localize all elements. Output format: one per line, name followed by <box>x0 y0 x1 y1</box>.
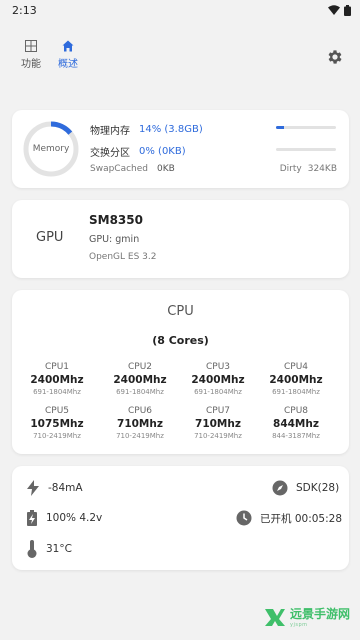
watermark-logo-icon <box>264 608 285 626</box>
tab-overview[interactable]: 概述 <box>50 40 86 74</box>
wifi-icon <box>328 5 340 15</box>
temperature-item: 31°C <box>26 540 72 558</box>
current-value: -84mA <box>48 482 83 494</box>
battery-value: 100% 4.2v <box>46 512 103 524</box>
compass-icon <box>272 480 288 496</box>
battery-item: 100% 4.2v <box>26 510 102 526</box>
temperature-value: 31°C <box>46 543 72 555</box>
uptime-item: 已开机 00:05:28 <box>236 510 342 526</box>
tab-functions[interactable]: 功能 <box>13 40 49 74</box>
watermark-subtext: yjspm <box>289 622 308 628</box>
swap-value: 0% (0KB) <box>139 146 186 157</box>
uptime-value: 已开机 00:05:28 <box>260 512 342 525</box>
status-icons <box>328 4 351 16</box>
cpu-core-item: CPU4 2400Mhz 691-1804Mhz <box>257 362 335 397</box>
gpu-label: GPU <box>36 230 64 245</box>
cpu-core-count: (8 Cores) <box>152 334 209 347</box>
cpu-core-name: CPU6 <box>127 406 153 416</box>
memory-ring-label: Memory <box>32 144 70 154</box>
cpu-core-name: CPU8 <box>283 406 309 416</box>
cpu-core-frequency: 844Mhz <box>273 418 319 430</box>
cpu-core-range: 710-2419Mhz <box>194 432 242 440</box>
watermark-text: 远景手游网 <box>289 607 350 621</box>
swap-cached-label: SwapCached <box>90 164 149 174</box>
swap-bar <box>276 148 336 151</box>
swap-cached-row: SwapCached 0KB <box>90 164 175 174</box>
cpu-core-name: CPU3 <box>205 362 231 372</box>
cpu-core-item: CPU6 710Mhz 710-2419Mhz <box>101 406 179 441</box>
gpu-name: GPU: gmin <box>89 234 140 245</box>
clock-icon <box>236 510 252 526</box>
cpu-core-range: 710-2419Mhz <box>116 432 164 440</box>
cpu-core-frequency: 2400Mhz <box>113 374 167 386</box>
status-time: 2:13 <box>12 3 37 17</box>
cpu-core-item: CPU1 2400Mhz 691-1804Mhz <box>18 362 96 397</box>
status-bar: 2:13 <box>0 0 360 20</box>
cpu-core-frequency: 2400Mhz <box>30 374 84 386</box>
watermark-text-group: 远景手游网 yjspm <box>290 605 350 628</box>
dirty-value: 324KB <box>307 164 337 174</box>
cpu-core-name: CPU7 <box>205 406 231 416</box>
sdk-value: SDK(28) <box>296 482 340 494</box>
system-card[interactable]: -84mA SDK(28) 100% 4.2v 已开机 00:05:28 31°… <box>12 466 349 570</box>
top-navigation: 功能 概述 <box>0 36 360 80</box>
dirty-row: Dirty 324KB <box>280 164 337 174</box>
cpu-core-item: CPU5 1075Mhz 710-2419Mhz <box>18 406 96 441</box>
cpu-core-range: 710-2419Mhz <box>33 432 81 440</box>
cpu-core-item: CPU3 2400Mhz 691-1804Mhz <box>179 362 257 397</box>
cpu-core-item: CPU8 844Mhz 844-3187Mhz <box>257 406 335 441</box>
cpu-core-range: 691-1804Mhz <box>194 388 242 396</box>
swap-label: 交换分区 <box>90 148 130 159</box>
gear-icon <box>328 50 342 64</box>
lightning-icon <box>27 480 39 496</box>
cpu-core-range: 691-1804Mhz <box>116 388 164 396</box>
tab-overview-label: 概述 <box>58 59 78 70</box>
cpu-core-item: CPU7 710Mhz 710-2419Mhz <box>179 406 257 441</box>
battery-icon <box>344 4 351 16</box>
cpu-core-range: 691-1804Mhz <box>33 388 81 396</box>
cpu-title: CPU <box>167 304 194 319</box>
battery-charging-icon <box>27 510 37 526</box>
watermark: 远景手游网 yjspm <box>264 605 350 628</box>
home-icon <box>62 40 74 52</box>
sdk-item: SDK(28) <box>272 480 339 496</box>
cpu-core-name: CPU1 <box>44 362 70 372</box>
opengl-version: OpenGL ES 3.2 <box>89 252 157 262</box>
cpu-core-name: CPU2 <box>127 362 153 372</box>
cpu-core-range: 844-3187Mhz <box>272 432 320 440</box>
grid-icon <box>25 40 37 52</box>
physical-memory-row: 物理内存 14% (3.8GB) <box>90 122 203 137</box>
cpu-core-frequency: 710Mhz <box>117 418 163 430</box>
tab-functions-label: 功能 <box>21 59 41 70</box>
swap-cached-value: 0KB <box>157 164 175 174</box>
cpu-core-frequency: 2400Mhz <box>269 374 323 386</box>
cpu-core-name: CPU4 <box>283 362 309 372</box>
cpu-core-frequency: 2400Mhz <box>191 374 245 386</box>
cpu-core-name: CPU5 <box>44 406 70 416</box>
cpu-core-frequency: 710Mhz <box>195 418 241 430</box>
cpu-core-item: CPU2 2400Mhz 691-1804Mhz <box>101 362 179 397</box>
cpu-core-range: 691-1804Mhz <box>272 388 320 396</box>
current-item: -84mA <box>26 480 83 496</box>
cpu-core-frequency: 1075Mhz <box>30 418 84 430</box>
physical-memory-label: 物理内存 <box>90 126 130 137</box>
physical-memory-value: 14% (3.8GB) <box>139 124 203 135</box>
settings-button[interactable] <box>326 48 344 66</box>
memory-card[interactable]: Memory 物理内存 14% (3.8GB) 交换分区 0% (0KB) Sw… <box>12 110 349 188</box>
thermometer-icon <box>27 540 37 558</box>
gpu-card[interactable]: GPU SM8350 GPU: gmin OpenGL ES 3.2 <box>12 200 349 278</box>
dirty-label: Dirty <box>279 164 302 174</box>
cpu-card[interactable]: CPU (8 Cores) CPU1 2400Mhz 691-1804Mhz C… <box>12 290 349 454</box>
swap-row: 交换分区 0% (0KB) <box>90 144 186 159</box>
physical-memory-bar <box>276 126 336 129</box>
gpu-model: SM8350 <box>89 213 143 227</box>
